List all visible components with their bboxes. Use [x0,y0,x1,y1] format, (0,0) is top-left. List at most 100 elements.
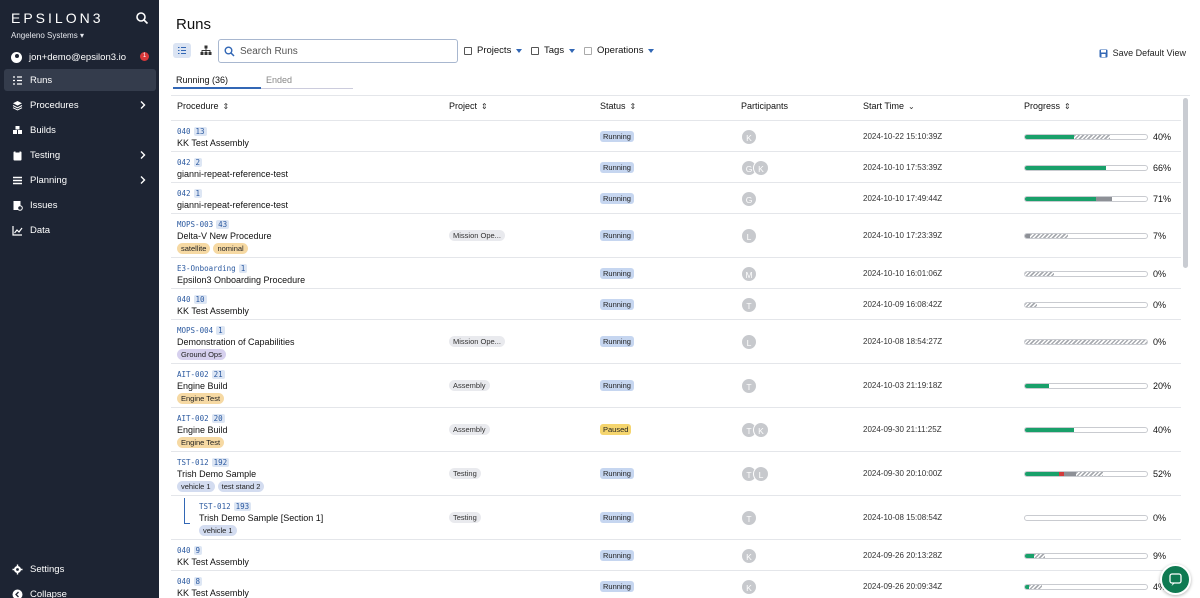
table-row[interactable]: AIT-00220 Engine Build Engine Test Assembly… [171,407,1181,451]
table-row[interactable]: AIT-00221 Engine Build Engine Test Assembly… [171,363,1181,407]
procedure-name[interactable]: Engine Build [177,425,228,435]
tag-chip[interactable]: Engine Test [177,393,224,404]
procedure-code-link[interactable]: AIT-00221 [177,370,228,379]
tags-checkbox[interactable] [531,47,539,55]
column-header-project[interactable]: Project⇕ [449,101,488,111]
tags-filter[interactable]: Tags [531,45,575,56]
sidebar-item-testing[interactable]: Testing [4,144,156,166]
procedure-code-link[interactable]: 0421 [177,189,288,198]
sidebar-item-collapse[interactable]: Collapse [4,583,156,598]
procedure-code-link[interactable]: 0408 [177,577,249,586]
table-row[interactable]: MOPS-0041 Demonstration of Capabilities Gr… [171,319,1181,363]
search-input[interactable] [240,46,440,57]
procedure-name[interactable]: KK Test Assembly [177,306,249,316]
participant-avatar[interactable]: K [741,579,757,595]
procedure-code-link[interactable]: 04010 [177,295,249,304]
procedure-name[interactable]: gianni-repeat-reference-test [177,169,288,179]
list-view-button[interactable] [173,43,191,58]
notification-badge[interactable]: 1 [140,52,149,61]
procedure-name[interactable]: KK Test Assembly [177,557,249,567]
tag-chip[interactable]: test stand 2 [218,481,265,492]
tag-chip[interactable]: vehicle 1 [177,481,215,492]
participant-avatar[interactable]: K [741,548,757,564]
tree-view-button[interactable] [197,43,215,58]
table-row[interactable]: 04013KK Test AssemblyRunningK2024-10-22 … [171,120,1181,151]
procedure-code-link[interactable]: 0422 [177,158,288,167]
procedure-code-link[interactable]: MOPS-0041 [177,326,295,335]
table-row[interactable]: 04010KK Test AssemblyRunningT2024-10-09 … [171,288,1181,319]
procedure-name[interactable]: Demonstration of Capabilities [177,337,295,347]
sidebar-item-builds[interactable]: Builds [4,119,156,141]
project-chip[interactable]: Testing [449,468,481,479]
org-switcher[interactable]: Angeleno Systems ▾ [11,31,84,40]
tag-chip[interactable]: satellite [177,243,210,254]
participant-avatar[interactable]: M [741,266,757,282]
project-chip[interactable]: Assembly [449,380,490,391]
projects-filter[interactable]: Projects [464,45,522,56]
procedure-name[interactable]: Trish Demo Sample [Section 1] [199,513,323,523]
procedure-code-link[interactable]: TST-012193 [199,502,323,511]
participants-cell: K [741,579,753,595]
procedure-code-link[interactable]: MOPS-00343 [177,220,272,229]
procedure-name[interactable]: Engine Build [177,381,228,391]
procedure-name[interactable]: gianni-repeat-reference-test [177,200,288,210]
save-default-view-button[interactable]: Save Default View [1099,48,1186,58]
participant-avatar[interactable]: K [741,129,757,145]
project-chip[interactable]: Testing [449,512,481,523]
sidebar-item-planning[interactable]: Planning [4,169,156,191]
user-menu[interactable]: jon+demo@epsilon3.io 1 [11,50,151,64]
project-chip[interactable]: Mission Ope... [449,230,505,241]
procedure-code-link[interactable]: E3-Onboarding1 [177,264,305,273]
procedure-name[interactable]: Epsilon3 Onboarding Procedure [177,275,305,285]
procedure-code-link[interactable]: 04013 [177,127,249,136]
sidebar-item-runs[interactable]: Runs [4,69,156,91]
tag-chip[interactable]: Ground Ops [177,349,226,360]
column-header-progress[interactable]: Progress⇕ [1024,101,1071,111]
column-header-start-time[interactable]: Start Time⌄ [863,101,915,111]
table-row[interactable]: 0422gianni-repeat-reference-testRunningG… [171,151,1181,182]
table-row[interactable]: 0421gianni-repeat-reference-testRunningG… [171,182,1181,213]
projects-checkbox[interactable] [464,47,472,55]
tag-chip[interactable]: Engine Test [177,437,224,448]
column-header-procedure[interactable]: Procedure⇕ [177,101,229,111]
sidebar-item-data[interactable]: Data [4,219,156,241]
table-row[interactable]: TST-012193 Trish Demo Sample [Section 1] v… [171,495,1181,539]
procedure-name[interactable]: Trish Demo Sample [177,469,267,479]
project-chip[interactable]: Mission Ope... [449,336,505,347]
tab-running[interactable]: Running (36) [176,75,228,85]
participant-avatar[interactable]: G [741,191,757,207]
procedure-code-link[interactable]: AIT-00220 [177,414,228,423]
scrollbar-thumb[interactable] [1183,98,1188,268]
tag-chip[interactable]: nominal [213,243,247,254]
procedure-name[interactable]: Delta-V New Procedure [177,231,272,241]
project-chip[interactable]: Assembly [449,424,490,435]
operations-checkbox[interactable] [584,47,592,55]
tag-chip[interactable]: vehicle 1 [199,525,237,536]
procedure-cell: 0409 KK Test Assembly [177,546,249,567]
table-row[interactable]: TST-012192 Trish Demo Sample vehicle 1test… [171,451,1181,495]
chat-button[interactable] [1160,564,1191,595]
table-row[interactable]: 0408KK Test AssemblyRunningK2024-09-26 2… [171,570,1181,598]
participant-avatar[interactable]: T [741,510,757,526]
procedure-code-link[interactable]: TST-012192 [177,458,267,467]
procedure-name[interactable]: KK Test Assembly [177,588,249,598]
table-row[interactable]: 0409KK Test AssemblyRunningK2024-09-26 2… [171,539,1181,570]
participant-avatar[interactable]: T [741,378,757,394]
table-row[interactable]: MOPS-00343 Delta-V New Procedure satellite… [171,213,1181,257]
sidebar-item-issues[interactable]: Issues [4,194,156,216]
search-icon[interactable] [135,11,149,25]
participant-avatar[interactable]: K [753,422,769,438]
sidebar-item-settings[interactable]: Settings [4,558,156,580]
procedure-code-link[interactable]: 0409 [177,546,249,555]
participant-avatar[interactable]: L [753,466,769,482]
operations-filter[interactable]: Operations [584,45,654,56]
table-row[interactable]: E3-Onboarding1 Epsilon3 Onboarding Proced… [171,257,1181,288]
participant-avatar[interactable]: T [741,297,757,313]
participant-avatar[interactable]: L [741,228,757,244]
participant-avatar[interactable]: K [753,160,769,176]
column-header-status[interactable]: Status⇕ [600,101,636,111]
tab-ended[interactable]: Ended [266,75,292,85]
procedure-name[interactable]: KK Test Assembly [177,138,249,148]
sidebar-item-procedures[interactable]: Procedures [4,94,156,116]
participant-avatar[interactable]: L [741,334,757,350]
